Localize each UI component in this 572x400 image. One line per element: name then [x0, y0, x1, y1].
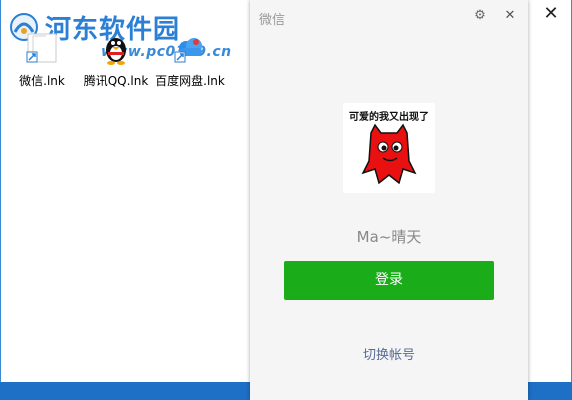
qq-penguin-icon	[106, 38, 126, 65]
settings-gear-icon[interactable]: ⚙	[470, 6, 490, 26]
desktop-close-button[interactable]: ✕	[541, 4, 561, 24]
login-button[interactable]: 登录	[284, 261, 494, 300]
wechat-shortcut-icon	[26, 33, 57, 63]
desktop-icon-label: 微信.lnk	[19, 74, 65, 88]
desktop-icon-wechat[interactable]: 微信.lnk	[7, 30, 77, 89]
switch-account-link[interactable]: 切换帐号	[250, 344, 528, 363]
desktop-icon-label: 百度网盘.lnk	[155, 74, 225, 88]
baidu-cloud-icon	[174, 38, 202, 63]
desktop-icon-label: 腾讯QQ.lnk	[83, 74, 149, 88]
desktop-icon-qq[interactable]: 腾讯QQ.lnk	[81, 30, 151, 89]
desktop-icon-baidu-netdisk[interactable]: 百度网盘.lnk	[155, 30, 225, 89]
window-title: 微信	[259, 13, 286, 28]
wechat-login-window: 微信 ⚙ ✕ 可爱的我又出现了 Ma~晴天 登录 切换帐号	[250, 0, 528, 400]
red-monster-avatar-icon	[361, 123, 417, 185]
close-icon[interactable]: ✕	[500, 6, 520, 26]
avatar: 可爱的我又出现了	[343, 103, 435, 193]
username: Ma~晴天	[356, 228, 422, 246]
